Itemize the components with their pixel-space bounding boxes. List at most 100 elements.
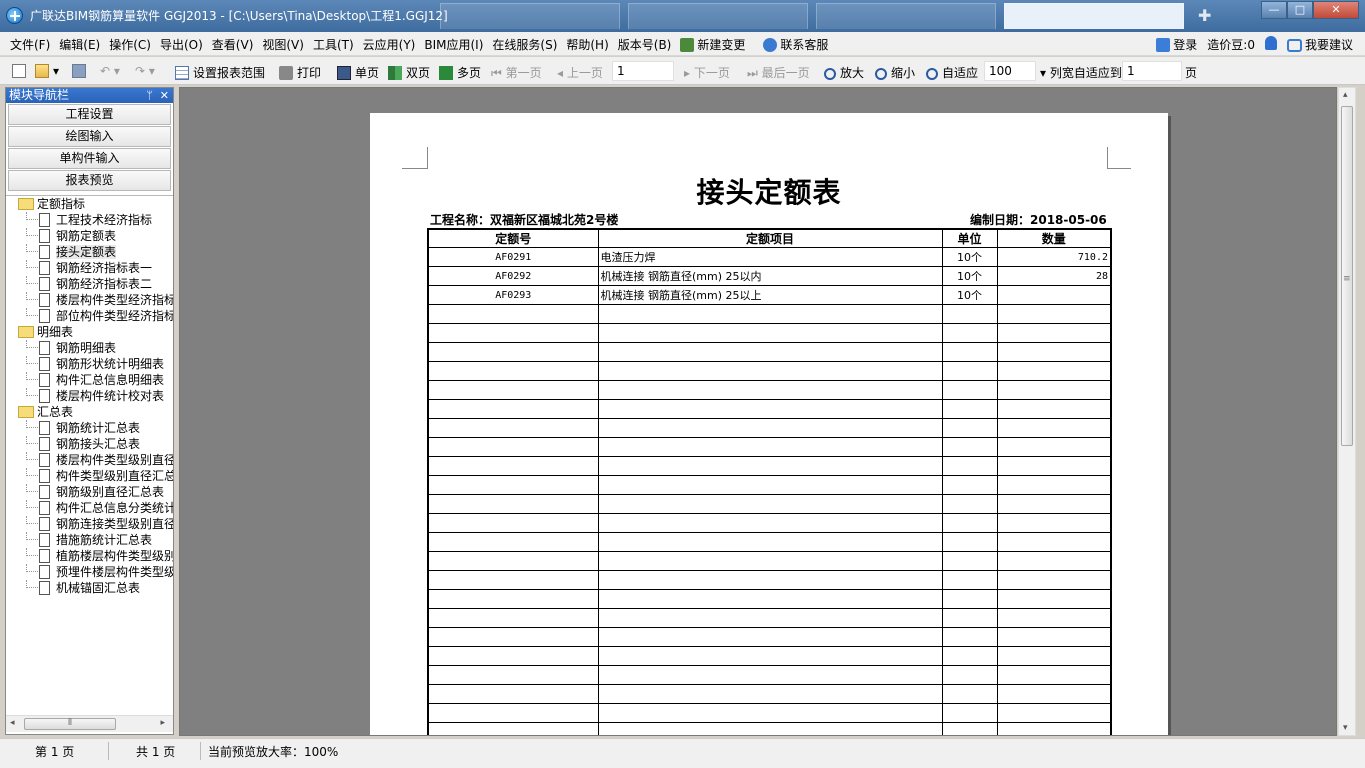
new-tab-icon[interactable]: ✚	[1198, 6, 1211, 25]
menu-item-10[interactable]: 帮助(H)	[566, 36, 608, 53]
set-range-button[interactable]: 设置报表范围	[175, 64, 265, 81]
menu-item-7[interactable]: 云应用(Y)	[363, 36, 416, 53]
table-cell	[427, 399, 599, 419]
menu-item-8[interactable]: BIM应用(I)	[424, 36, 483, 53]
table-cell	[427, 684, 599, 704]
menu-item-3[interactable]: 导出(O)	[160, 36, 203, 53]
maximize-button[interactable]: □	[1287, 1, 1313, 19]
last-page-button[interactable]: ⏭ 最后一页	[747, 64, 810, 81]
tree-item[interactable]: 钢筋经济指标表二	[6, 276, 173, 292]
tree-item[interactable]: 构件汇总信息分类统计	[6, 500, 173, 516]
scroll-thumb[interactable]: ⦀	[24, 718, 116, 730]
document-icon	[39, 437, 50, 451]
menu-item-11[interactable]: 版本号(B)	[618, 36, 672, 53]
pin-icon[interactable]: ᛘ	[146, 88, 153, 103]
tree-item[interactable]: 钢筋明细表	[6, 340, 173, 356]
new-file-button[interactable]	[12, 64, 30, 78]
nav-button-2[interactable]: 单构件输入	[8, 148, 171, 169]
tree-item[interactable]: 机械锚固汇总表	[6, 580, 173, 596]
menu-item-1[interactable]: 编辑(E)	[59, 36, 100, 53]
zoom-in-button[interactable]: 放大	[824, 64, 864, 81]
close-button[interactable]: ✕	[1313, 1, 1359, 19]
tree-item[interactable]: 楼层构件类型经济指标	[6, 292, 173, 308]
title-tab[interactable]	[440, 3, 620, 29]
tree-branch-line	[26, 276, 38, 284]
table-cell	[597, 323, 943, 343]
tree-item[interactable]: 植筋楼层构件类型级别	[6, 548, 173, 564]
nav-button-3[interactable]: 报表预览	[8, 170, 171, 191]
zoom-value-input[interactable]: 100	[984, 61, 1036, 81]
title-tab[interactable]	[1004, 3, 1184, 29]
table-cell	[427, 703, 599, 723]
undo-button[interactable]: ↶ ▾	[100, 64, 120, 78]
scroll-left-icon[interactable]: ◂	[10, 718, 15, 728]
document-icon	[39, 421, 50, 435]
page-unit-label: 页	[1185, 66, 1198, 80]
menu-item-4[interactable]: 查看(V)	[212, 36, 254, 53]
title-tab[interactable]	[628, 3, 808, 29]
tree-item[interactable]: 构件类型级别直径汇总	[6, 468, 173, 484]
scroll-up-icon[interactable]: ▴	[1343, 90, 1348, 100]
fit-button[interactable]: 自适应	[926, 64, 978, 81]
tree-folder[interactable]: 明细表	[6, 324, 173, 340]
table-row-empty	[427, 589, 1112, 609]
print-button[interactable]: 打印	[279, 64, 321, 81]
prev-page-button[interactable]: ◂ 上一页	[557, 64, 603, 81]
notification-bell[interactable]	[1264, 36, 1277, 53]
tree-folder[interactable]: 定额指标	[6, 196, 173, 212]
menu-item-0[interactable]: 文件(F)	[10, 36, 50, 53]
multi-page-button[interactable]: 多页	[439, 64, 481, 81]
tree-horizontal-scrollbar[interactable]: ◂ ⦀ ▸	[6, 715, 173, 732]
login-link[interactable]: 登录	[1156, 36, 1197, 53]
scroll-down-icon[interactable]: ▾	[1343, 723, 1348, 733]
menu-item-wrap-12[interactable]: 新建变更	[680, 36, 754, 53]
tree-item[interactable]: 钢筋级别直径汇总表	[6, 484, 173, 500]
close-icon[interactable]: ✕	[160, 88, 169, 103]
tree-item[interactable]: 措施筋统计汇总表	[6, 532, 173, 548]
open-file-button[interactable]: ▾	[35, 64, 59, 78]
next-page-button[interactable]: ▸ 下一页	[684, 64, 730, 81]
suggest-link[interactable]: 我要建议	[1286, 36, 1353, 53]
document-icon	[39, 293, 50, 307]
menu-item-2[interactable]: 操作(C)	[109, 36, 151, 53]
col-fit-input[interactable]: 1	[1122, 61, 1182, 81]
preview-vertical-scrollbar[interactable]: ▴ ≡ ▾	[1338, 87, 1356, 736]
tree-item[interactable]: 楼层构件类型级别直径	[6, 452, 173, 468]
menu-item-9[interactable]: 在线服务(S)	[492, 36, 557, 53]
tree-item[interactable]: 钢筋连接类型级别直径	[6, 516, 173, 532]
tree-item[interactable]: 钢筋接头汇总表	[6, 436, 173, 452]
menu-item-12[interactable]: 新建变更	[697, 38, 745, 52]
tree-item[interactable]: 接头定额表	[6, 244, 173, 260]
scroll-right-icon[interactable]: ▸	[160, 718, 165, 728]
tree-item[interactable]: 构件汇总信息明细表	[6, 372, 173, 388]
tree-item[interactable]: 钢筋定额表	[6, 228, 173, 244]
tree-item[interactable]: 钢筋统计汇总表	[6, 420, 173, 436]
table-cell	[996, 285, 1112, 305]
title-tab[interactable]	[816, 3, 996, 29]
tree-item[interactable]: 预埋件楼层构件类型级	[6, 564, 173, 580]
first-page-button[interactable]: ⏮ 第一页	[491, 64, 542, 81]
tree-item[interactable]: 部位构件类型经济指标	[6, 308, 173, 324]
minimize-button[interactable]: —	[1261, 1, 1287, 19]
menu-item-13[interactable]: 联系客服	[780, 38, 828, 52]
menu-bar: 文件(F) 编辑(E) 操作(C) 导出(O) 查看(V) 视图(V) 工具(T) 云应用(Y…	[0, 32, 1365, 56]
save-button[interactable]	[72, 64, 90, 78]
tree-folder[interactable]: 汇总表	[6, 404, 173, 420]
tree-item[interactable]: 工程技术经济指标	[6, 212, 173, 228]
page-number-input[interactable]: 1	[612, 61, 674, 81]
tree-item[interactable]: 楼层构件统计校对表	[6, 388, 173, 404]
crop-mark	[402, 147, 428, 169]
save-icon	[72, 64, 86, 78]
double-page-button[interactable]: 双页	[388, 64, 430, 81]
nav-button-1[interactable]: 绘图输入	[8, 126, 171, 147]
tree-item[interactable]: 钢筋经济指标表一	[6, 260, 173, 276]
menu-item-wrap-13[interactable]: 联系客服	[763, 36, 837, 53]
single-page-button[interactable]: 单页	[337, 64, 379, 81]
module-nav-panel: 模块导航栏 ᛘ ✕ 工程设置 绘图输入 单构件输入 报表预览 定额指标 工程技术经济指标…	[5, 87, 174, 735]
tree-item[interactable]: 钢筋形状统计明细表	[6, 356, 173, 372]
nav-button-0[interactable]: 工程设置	[8, 104, 171, 125]
redo-button[interactable]: ↷ ▾	[135, 64, 155, 78]
menu-item-5[interactable]: 视图(V)	[262, 36, 304, 53]
menu-item-6[interactable]: 工具(T)	[313, 36, 354, 53]
zoom-out-button[interactable]: 缩小	[875, 64, 915, 81]
